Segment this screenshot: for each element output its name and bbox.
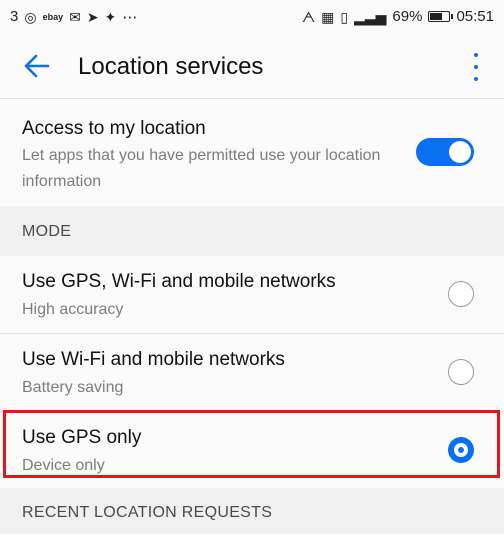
notification-app-icon: ◎ (24, 8, 37, 25)
mode-option-subtitle: Battery saving (22, 379, 124, 396)
access-location-row[interactable]: Access to my location Let apps that you … (0, 100, 504, 206)
more-notifications-icon: ⋯ (122, 8, 138, 26)
toggle-knob (449, 141, 471, 163)
more-options-dot (474, 65, 478, 69)
signal-count-text: 3 (10, 8, 19, 25)
mode-option-high-accuracy[interactable]: Use GPS, Wi-Fi and mobile networks High … (0, 256, 504, 334)
mode-option-subtitle: High accuracy (22, 301, 124, 318)
gmail-icon: ✉ (69, 8, 81, 25)
battery-percent: 69% (392, 8, 423, 25)
access-location-toggle[interactable] (416, 138, 474, 166)
access-location-description: Let apps that you have permitted use you… (22, 147, 381, 190)
mode-section-header: MODE (0, 206, 504, 256)
mode-option-title: Use GPS, Wi-Fi and mobile networks (22, 271, 336, 292)
battery-icon (428, 11, 454, 22)
more-options-dot (474, 77, 478, 81)
more-options-dot (474, 53, 478, 57)
signal-icon: ▂▃▅ (354, 8, 387, 25)
mode-option-battery-saving[interactable]: Use Wi-Fi and mobile networks Battery sa… (0, 334, 504, 412)
status-bar: 3 ◎ ebay ✉ ➤ ✦ ⋯ ᗅ ▦ ▯ ▂▃▅ 69% 05:51 (0, 0, 504, 33)
radio-button[interactable] (448, 359, 474, 385)
vibrate-icon: ▯ (340, 8, 349, 25)
bluetooth-icon: ᗅ (301, 8, 316, 25)
page-title: Location services (78, 53, 264, 80)
ebay-icon: ebay (42, 11, 64, 22)
mode-option-title: Use Wi-Fi and mobile networks (22, 349, 285, 370)
nfc-icon: ▦ (321, 8, 335, 25)
highlight-annotation-box (3, 410, 500, 478)
twitter-icon: ✦ (104, 8, 117, 25)
access-location-title: Access to my location (22, 118, 206, 139)
back-arrow-icon[interactable] (22, 51, 52, 81)
recent-requests-section-header: RECENT LOCATION REQUESTS (0, 488, 504, 534)
status-bar-left: 3 ◎ ebay ✉ ➤ ✦ ⋯ (10, 8, 137, 26)
radio-button[interactable] (448, 281, 474, 307)
status-bar-right: ᗅ ▦ ▯ ▂▃▅ 69% 05:51 (302, 8, 494, 25)
more-options-icon[interactable] (472, 53, 480, 81)
clock: 05:51 (456, 8, 494, 25)
battery-fill (430, 13, 443, 20)
app-bar: Location services (0, 33, 504, 99)
feedly-icon: ➤ (86, 8, 99, 25)
